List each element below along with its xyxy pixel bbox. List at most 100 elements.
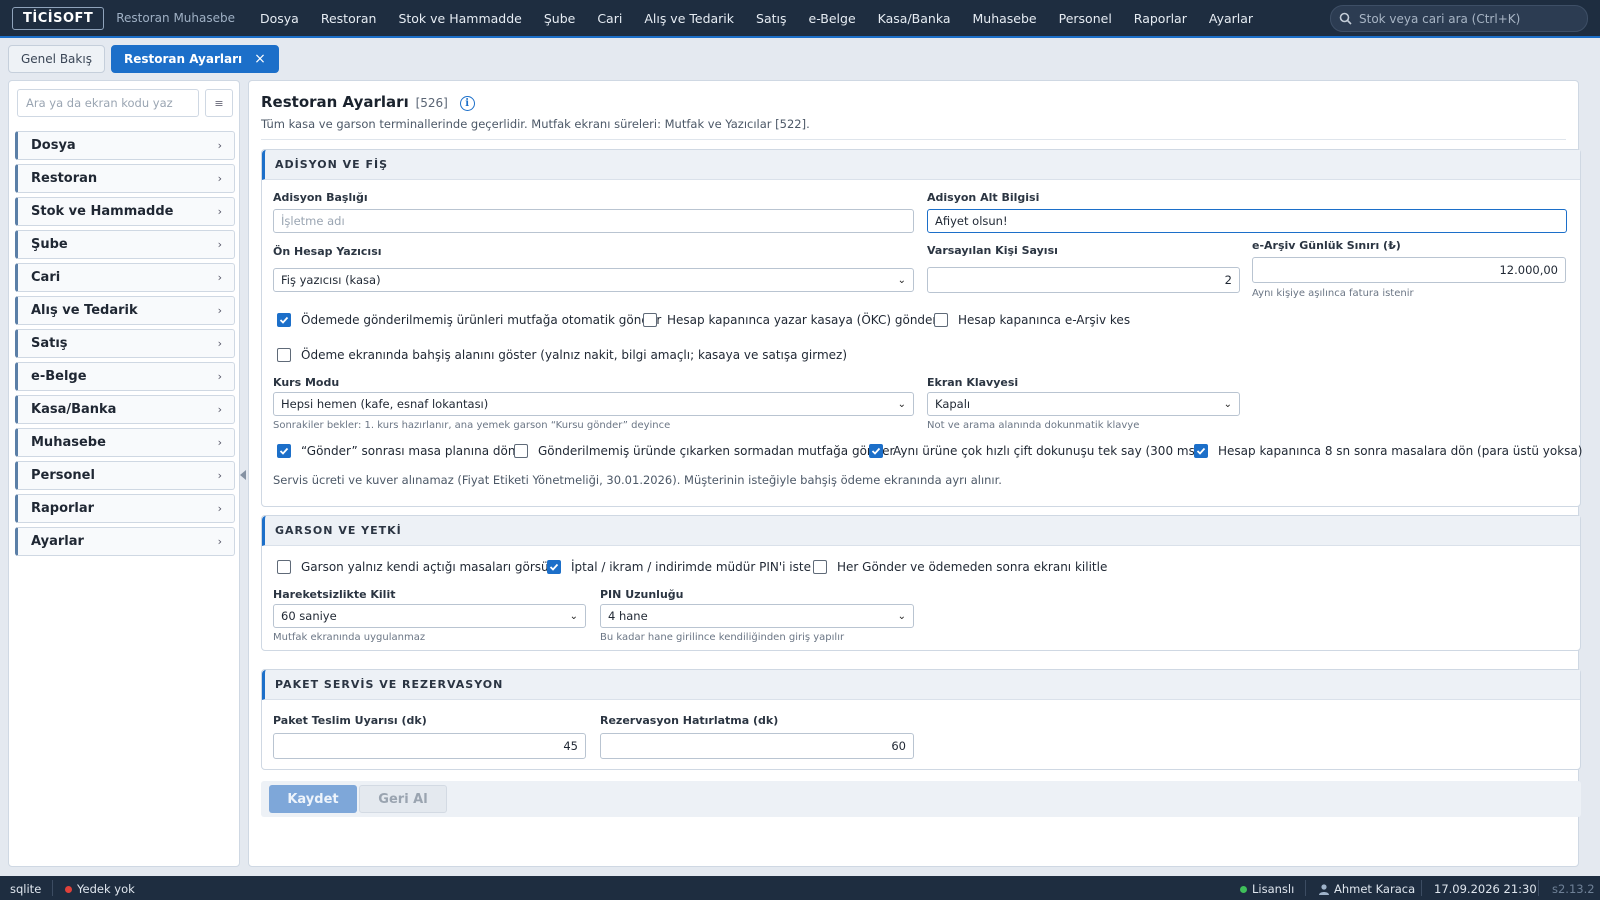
kisi-sayisi-input[interactable] bbox=[927, 267, 1240, 293]
menu-item-ayarlar[interactable]: Ayarlar bbox=[1198, 11, 1264, 26]
check-cift-dokunus[interactable]: Aynı ürüne çok hızlı çift dokunuşu tek s… bbox=[869, 444, 1200, 458]
section-garson: GARSON VE YETKİ Garson yalnız kendi açtı… bbox=[261, 515, 1581, 651]
global-search bbox=[1330, 5, 1588, 32]
list-icon: ≡ bbox=[214, 96, 224, 110]
checkbox[interactable] bbox=[277, 313, 291, 327]
menu-item-alis[interactable]: Alış ve Tedarik bbox=[633, 11, 745, 26]
sidebar-item-kasa-banka[interactable]: Kasa/Banka › bbox=[15, 395, 235, 424]
menu-item-muhasebe[interactable]: Muhasebe bbox=[962, 11, 1048, 26]
check-label: İptal / ikram / indirimde müdür PIN'i is… bbox=[571, 560, 811, 574]
sidebar-item-alis[interactable]: Alış ve Tedarik › bbox=[15, 296, 235, 325]
check-okc-gonder[interactable]: Hesap kapanınca yazar kasaya (ÖKC) gönde… bbox=[643, 313, 937, 327]
rezervasyon-hatirlatma-label: Rezervasyon Hatırlatma (dk) bbox=[600, 714, 779, 727]
section-title: PAKET SERVİS VE REZERVASYON bbox=[262, 670, 1580, 700]
check-icon bbox=[1196, 447, 1206, 455]
sidebar-item-stok[interactable]: Stok ve Hammadde › bbox=[15, 197, 235, 226]
sidebar-item-ayarlar[interactable]: Ayarlar › bbox=[15, 527, 235, 556]
checkbox[interactable] bbox=[813, 560, 827, 574]
save-button[interactable]: Kaydet bbox=[269, 785, 357, 813]
checkbox[interactable] bbox=[277, 348, 291, 362]
checkbox[interactable] bbox=[277, 560, 291, 574]
page-header: Restoran Ayarları [526] i Tüm kasa ve ga… bbox=[261, 93, 1566, 140]
chevron-right-icon: › bbox=[217, 436, 222, 449]
check-label: Ödemede gönderilmemiş ürünleri mutfağa o… bbox=[301, 313, 662, 327]
sidebar-item-restoran[interactable]: Restoran › bbox=[15, 164, 235, 193]
menu-item-cari[interactable]: Cari bbox=[586, 11, 633, 26]
sidebar-item-personel[interactable]: Personel › bbox=[15, 461, 235, 490]
sidebar-item-cari[interactable]: Cari › bbox=[15, 263, 235, 292]
ekran-klavyesi-select[interactable]: Kapalı ⌄ bbox=[927, 392, 1240, 416]
check-masa-planina-don[interactable]: “Gönder” sonrası masa planına dön bbox=[277, 444, 515, 458]
chevron-right-icon: › bbox=[217, 139, 222, 152]
close-icon[interactable]: × bbox=[254, 51, 266, 67]
menu-item-sube[interactable]: Şube bbox=[533, 11, 586, 26]
info-icon[interactable]: i bbox=[459, 96, 475, 111]
status-divider bbox=[1538, 880, 1539, 896]
on-hesap-yazici-select[interactable]: Fiş yazıcısı (kasa) ⌄ bbox=[273, 268, 914, 292]
checkbox[interactable] bbox=[277, 444, 291, 458]
check-kendi-masalari[interactable]: Garson yalnız kendi açtığı masaları görs… bbox=[277, 560, 556, 574]
paket-teslim-input[interactable] bbox=[273, 733, 586, 759]
chevron-right-icon: › bbox=[217, 238, 222, 251]
sidebar-item-label: Cari bbox=[31, 270, 61, 285]
check-sormadan-gonder[interactable]: Gönderilmemiş üründe çıkarken sormadan m… bbox=[514, 444, 894, 458]
global-search-input[interactable] bbox=[1359, 11, 1579, 26]
revert-button[interactable]: Geri Al bbox=[359, 785, 447, 813]
sidebar-item-satis[interactable]: Satış › bbox=[15, 329, 235, 358]
check-mudur-pin[interactable]: İptal / ikram / indirimde müdür PIN'i is… bbox=[547, 560, 811, 574]
pin-uzunlugu-label: PIN Uzunluğu bbox=[600, 588, 684, 601]
adisyon-baslik-input[interactable] bbox=[273, 209, 914, 233]
menu-item-ebelge[interactable]: e-Belge bbox=[798, 11, 867, 26]
checkbox[interactable] bbox=[1194, 444, 1208, 458]
checkbox[interactable] bbox=[514, 444, 528, 458]
select-value: Fiş yazıcısı (kasa) bbox=[281, 273, 381, 287]
check-masalara-don[interactable]: Hesap kapanınca 8 sn sonra masalara dön … bbox=[1194, 444, 1582, 458]
checkbox[interactable] bbox=[934, 313, 948, 327]
sidebar-item-label: Personel bbox=[31, 468, 95, 483]
pin-uzunlugu-select[interactable]: 4 hane ⌄ bbox=[600, 604, 914, 628]
tab-restoran-ayarlari[interactable]: Restoran Ayarları × bbox=[110, 45, 279, 73]
kurs-modu-select[interactable]: Hepsi hemen (kafe, esnaf lokantası) ⌄ bbox=[273, 392, 914, 416]
sidebar-collapse-handle[interactable] bbox=[240, 470, 246, 480]
check-ekrani-kilitle[interactable]: Her Gönder ve ödemeden sonra ekranı kili… bbox=[813, 560, 1107, 574]
check-bahsis-goster[interactable]: Ödeme ekranında bahşiş alanını göster (y… bbox=[277, 348, 847, 362]
menu-item-dosya[interactable]: Dosya bbox=[249, 11, 310, 26]
chevron-right-icon: › bbox=[217, 370, 222, 383]
menu-item-raporlar[interactable]: Raporlar bbox=[1123, 11, 1198, 26]
sidebar-item-sube[interactable]: Şube › bbox=[15, 230, 235, 259]
hareketsizlik-kilit-label: Hareketsizlikte Kilit bbox=[273, 588, 396, 601]
menu-item-stok[interactable]: Stok ve Hammadde bbox=[387, 11, 532, 26]
check-otomatik-mutfak[interactable]: Ödemede gönderilmemiş ürünleri mutfağa o… bbox=[277, 313, 661, 327]
sidebar-item-dosya[interactable]: Dosya › bbox=[15, 131, 235, 160]
checkbox[interactable] bbox=[547, 560, 561, 574]
menu-item-personel[interactable]: Personel bbox=[1048, 11, 1123, 26]
sidebar-item-label: Alış ve Tedarik bbox=[31, 303, 138, 318]
sidebar-item-raporlar[interactable]: Raporlar › bbox=[15, 494, 235, 523]
top-bar: TİCİSOFT Restoran Muhasebe Dosya Restora… bbox=[0, 0, 1600, 38]
chevron-right-icon: › bbox=[217, 502, 222, 515]
app-logo[interactable]: TİCİSOFT bbox=[12, 6, 105, 30]
hareketsizlik-kilit-select[interactable]: 60 saniye ⌄ bbox=[273, 604, 586, 628]
tab-genel-bakis[interactable]: Genel Bakış bbox=[8, 45, 105, 73]
chevron-right-icon: › bbox=[217, 205, 222, 218]
page-subtitle: Tüm kasa ve garson terminallerinde geçer… bbox=[261, 117, 810, 131]
sidebar-item-muhasebe[interactable]: Muhasebe › bbox=[15, 428, 235, 457]
sidebar-item-ebelge[interactable]: e-Belge › bbox=[15, 362, 235, 391]
user-status[interactable]: Ahmet Karaca bbox=[1318, 882, 1415, 896]
sidebar-search-input[interactable] bbox=[17, 89, 199, 117]
check-label: Hesap kapanınca 8 sn sonra masalara dön … bbox=[1218, 444, 1583, 458]
app-version: s2.13.2 bbox=[1552, 882, 1595, 896]
checkbox[interactable] bbox=[869, 444, 883, 458]
earsiv-sinir-input[interactable] bbox=[1252, 257, 1566, 283]
status-divider bbox=[52, 880, 53, 896]
adisyon-altbilgi-input[interactable] bbox=[927, 209, 1567, 233]
menu-item-restoran[interactable]: Restoran bbox=[310, 11, 388, 26]
menu-item-satis[interactable]: Satış bbox=[745, 11, 797, 26]
backup-status: Yedek yok bbox=[65, 882, 135, 896]
search-icon bbox=[1339, 12, 1352, 25]
sidebar-menu-button[interactable]: ≡ bbox=[205, 89, 233, 117]
menu-item-kasa-banka[interactable]: Kasa/Banka bbox=[867, 11, 962, 26]
checkbox[interactable] bbox=[643, 313, 657, 327]
check-earsiv-kes[interactable]: Hesap kapanınca e-Arşiv kes bbox=[934, 313, 1130, 327]
rezervasyon-hatirlatma-input[interactable] bbox=[600, 733, 914, 759]
